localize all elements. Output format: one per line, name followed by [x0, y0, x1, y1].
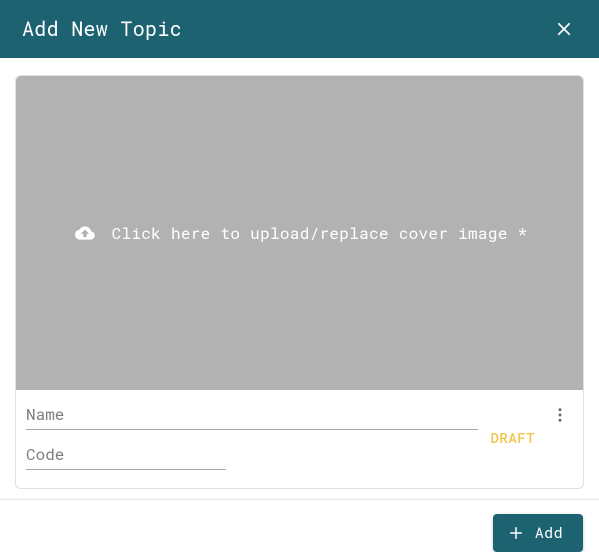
- close-icon: [555, 20, 573, 38]
- name-input[interactable]: [26, 398, 478, 430]
- plus-icon: [507, 524, 525, 542]
- dialog-body: Click here to upload/replace cover image…: [0, 58, 599, 499]
- code-input[interactable]: [26, 438, 226, 470]
- close-button[interactable]: [551, 16, 577, 42]
- add-button-label: Add: [535, 523, 563, 543]
- fields-left: [26, 398, 478, 470]
- dialog-header: Add New Topic: [0, 0, 599, 58]
- more-options-button[interactable]: [547, 402, 573, 428]
- status-badge: DRAFT: [490, 422, 535, 447]
- more-vert-icon: [551, 406, 569, 424]
- cover-prompt-text: Click here to upload/replace cover image…: [112, 223, 528, 244]
- cover-upload-area[interactable]: Click here to upload/replace cover image…: [16, 76, 583, 390]
- cover-prompt: Click here to upload/replace cover image…: [52, 223, 548, 244]
- dialog-title: Add New Topic: [22, 16, 182, 42]
- add-topic-dialog: Add New Topic Click here to upload/repla…: [0, 0, 599, 552]
- dialog-footer: Add: [0, 500, 599, 552]
- fields-row: DRAFT: [16, 390, 583, 488]
- cloud-upload-icon: [72, 223, 98, 243]
- topic-card: Click here to upload/replace cover image…: [15, 75, 584, 489]
- add-button[interactable]: Add: [493, 514, 583, 552]
